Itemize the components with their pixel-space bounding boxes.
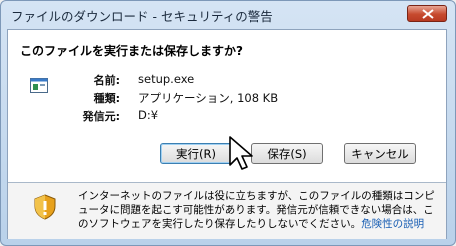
close-icon bbox=[422, 9, 434, 19]
application-file-icon bbox=[30, 78, 48, 93]
security-warning-dialog: ファイルのダウンロード - セキュリティの警告 このファイルを実行または保存しま… bbox=[0, 0, 456, 246]
cancel-button[interactable]: キャンセル bbox=[344, 143, 416, 164]
dialog-content: このファイルを実行または保存しますか? 名前: setup.exe 種類: アプ… bbox=[7, 29, 447, 239]
name-label: 名前: bbox=[93, 74, 120, 87]
mouse-pointer-icon bbox=[229, 136, 253, 170]
warning-area: インターネットのファイルは役に立ちますが、このファイルの種類はコンピュータに問題… bbox=[8, 183, 446, 239]
warning-message: インターネットのファイルは役に立ちますが、このファイルの種類はコンピュータに問題… bbox=[78, 189, 440, 231]
file-source: D:¥ bbox=[138, 108, 159, 122]
file-name: setup.exe bbox=[138, 72, 195, 86]
type-label: 種類: bbox=[93, 92, 120, 105]
window-title: ファイルのダウンロード - セキュリティの警告 bbox=[11, 9, 273, 24]
risk-explanation-link[interactable]: 危険性の説明 bbox=[361, 218, 424, 230]
close-button[interactable] bbox=[407, 5, 447, 22]
question-text: このファイルを実行または保存しますか? bbox=[20, 44, 243, 58]
title-bar[interactable]: ファイルのダウンロード - セキュリティの警告 bbox=[1, 1, 455, 27]
save-button[interactable]: 保存(S) bbox=[251, 143, 323, 164]
file-type: アプリケーション, 108 KB bbox=[138, 91, 279, 105]
security-shield-icon bbox=[34, 194, 56, 220]
from-label: 発信元: bbox=[82, 110, 120, 123]
run-button[interactable]: 実行(R) bbox=[160, 143, 232, 164]
